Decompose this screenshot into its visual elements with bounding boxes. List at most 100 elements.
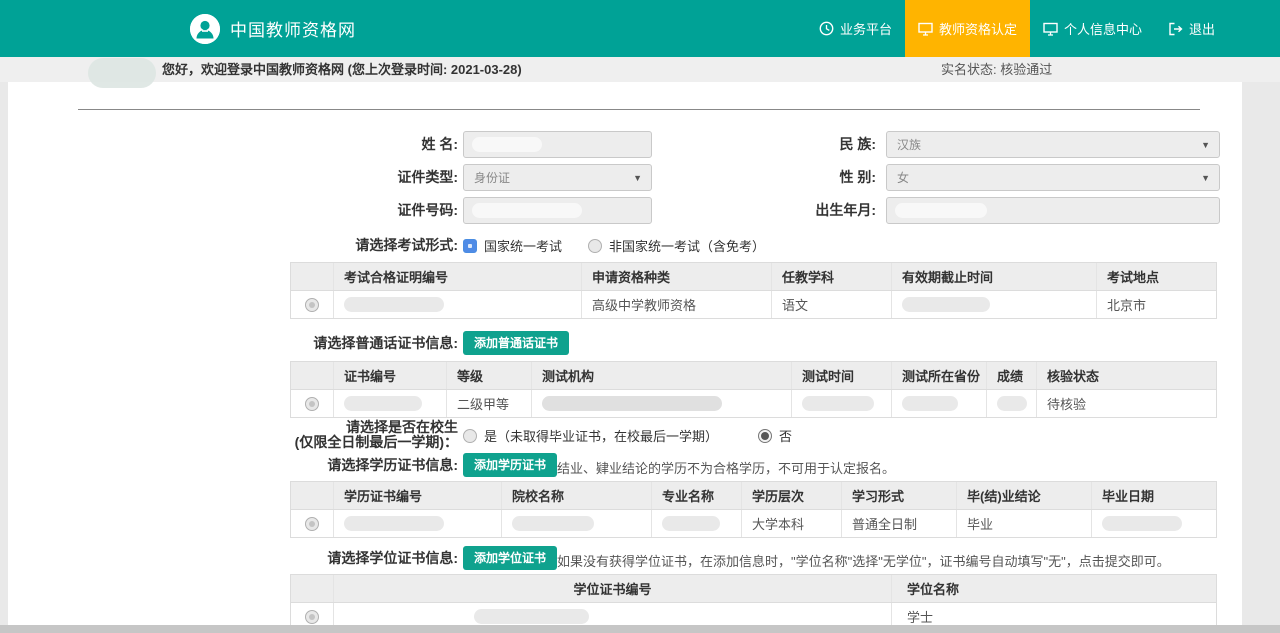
id-type-value: 身份证 xyxy=(464,169,510,186)
degree-section-label: 请选择学位证书信息: xyxy=(260,546,458,570)
study-form-value: 普通全日制 xyxy=(841,510,956,537)
gender-select[interactable]: 女 ▼ xyxy=(886,164,1220,191)
col-level: 等级 xyxy=(446,362,531,389)
conclusion-value: 毕业 xyxy=(956,510,1091,537)
chevron-down-icon: ▼ xyxy=(1201,173,1210,183)
nav-item-personal-center[interactable]: 个人信息中心 xyxy=(1030,0,1155,57)
redacted-username-blob xyxy=(88,58,156,88)
nav-label: 个人信息中心 xyxy=(1064,19,1142,38)
name-label: 姓 名: xyxy=(300,131,458,158)
col-cert-number: 证书编号 xyxy=(333,362,446,389)
nav-item-business-platform[interactable]: 业务平台 xyxy=(806,0,905,57)
redacted-value xyxy=(1102,516,1182,531)
col-school-name: 院校名称 xyxy=(501,482,651,509)
radio-student-yes[interactable] xyxy=(463,429,477,443)
col-test-province: 测试所在省份 xyxy=(891,362,986,389)
col-major-name: 专业名称 xyxy=(651,482,741,509)
top-divider xyxy=(78,109,1200,110)
ethnicity-value: 汉族 xyxy=(887,136,921,153)
col-degree-cert-number: 学位证书编号 xyxy=(333,575,891,602)
add-degree-cert-button[interactable]: 添加学位证书 xyxy=(463,546,557,570)
exam-table-header: 考试合格证明编号 申请资格种类 任教学科 有效期截止时间 考试地点 xyxy=(291,263,1216,291)
row-select-radio[interactable] xyxy=(305,517,319,531)
radio-student-yes-label: 是（未取得毕业证书，在校最后一学期） xyxy=(484,426,718,445)
education-table-header: 学历证书编号 院校名称 专业名称 学历层次 学习形式 毕(结)业结论 毕业日期 xyxy=(291,482,1216,510)
monitor-icon xyxy=(918,22,933,36)
redacted-value xyxy=(474,609,589,624)
col-education-cert-number: 学历证书编号 xyxy=(333,482,501,509)
table-row: 大学本科 普通全日制 毕业 xyxy=(291,510,1216,537)
redacted-value xyxy=(472,137,542,152)
exam-table: 考试合格证明编号 申请资格种类 任教学科 有效期截止时间 考试地点 高级中学教师… xyxy=(290,262,1217,319)
col-graduation-conclusion: 毕(结)业结论 xyxy=(956,482,1091,509)
logout-icon xyxy=(1168,22,1183,36)
welcome-bar: 您好，欢迎登录中国教师资格网 (您上次登录时间: 2021-03-28) 实名状… xyxy=(0,57,1280,82)
nav-item-teacher-certification[interactable]: 教师资格认定 xyxy=(905,0,1030,57)
name-field[interactable] xyxy=(463,131,652,158)
row-select-radio[interactable] xyxy=(305,397,319,411)
ethnicity-select[interactable]: 汉族 ▼ xyxy=(886,131,1220,158)
birth-date-field[interactable] xyxy=(886,197,1220,224)
welcome-message: 您好，欢迎登录中国教师资格网 (您上次登录时间: 2021-03-28) xyxy=(162,57,522,82)
clock-icon xyxy=(819,21,834,36)
table-row: 二级甲等 待核验 xyxy=(291,390,1216,417)
id-type-label: 证件类型: xyxy=(300,164,458,191)
radio-non-national-exam[interactable] xyxy=(588,239,602,253)
chevron-down-icon: ▼ xyxy=(633,173,642,183)
page: 中国教师资格网 业务平台 教师资格认定 个人信息中心 xyxy=(0,0,1280,633)
nav-item-logout[interactable]: 退出 xyxy=(1155,0,1228,57)
education-level-value: 大学本科 xyxy=(741,510,841,537)
radio-student-no[interactable] xyxy=(758,429,772,443)
putonghua-section-label: 请选择普通话证书信息: xyxy=(260,331,458,355)
education-note: 结业、肄业结论的学历不为合格学历，不可用于认定报名。 xyxy=(557,458,895,477)
col-teaching-subject: 任教学科 xyxy=(771,263,891,290)
putonghua-table: 证书编号 等级 测试机构 测试时间 测试所在省份 成绩 核验状态 二级甲等 待核… xyxy=(290,361,1217,418)
radio-student-no-label: 否 xyxy=(779,426,792,445)
row-select-radio[interactable] xyxy=(305,610,319,624)
main-nav: 业务平台 教师资格认定 个人信息中心 退出 xyxy=(806,0,1228,57)
col-test-time: 测试时间 xyxy=(791,362,891,389)
add-education-cert-button[interactable]: 添加学历证书 xyxy=(463,453,557,477)
row-select-radio[interactable] xyxy=(305,298,319,312)
redacted-value xyxy=(902,297,990,312)
col-test-org: 测试机构 xyxy=(531,362,791,389)
education-section-label: 请选择学历证书信息: xyxy=(260,453,458,477)
horizontal-scrollbar[interactable] xyxy=(0,625,1280,633)
student-status-label-line1: 请选择是否在校生 xyxy=(346,419,458,435)
chevron-down-icon: ▼ xyxy=(1201,140,1210,150)
radio-national-exam-label: 国家统一考试 xyxy=(484,236,562,255)
check-status-value: 待核验 xyxy=(1036,390,1218,417)
birth-date-label: 出生年月: xyxy=(790,197,876,224)
col-exam-cert-number: 考试合格证明编号 xyxy=(333,263,581,290)
col-check-status: 核验状态 xyxy=(1036,362,1218,389)
id-number-field[interactable] xyxy=(463,197,652,224)
col-graduation-date: 毕业日期 xyxy=(1091,482,1218,509)
col-study-form: 学习形式 xyxy=(841,482,956,509)
redacted-value xyxy=(662,516,720,531)
col-score: 成绩 xyxy=(986,362,1036,389)
radio-national-exam[interactable] xyxy=(463,239,477,253)
col-degree-name: 学位名称 xyxy=(891,575,1218,602)
redacted-value xyxy=(344,297,444,312)
radio-non-national-exam-label: 非国家统一考试（含免考） xyxy=(609,236,765,255)
degree-note: 如果没有获得学位证书，在添加信息时，"学位名称"选择"无学位"，证书编号自动填写… xyxy=(557,551,1170,570)
redacted-value xyxy=(997,396,1027,411)
id-number-label: 证件号码: xyxy=(300,197,458,224)
monitor-icon xyxy=(1043,22,1058,36)
exam-form-label: 请选择考试形式: xyxy=(300,237,458,253)
location-value: 北京市 xyxy=(1096,291,1218,318)
table-row: 高级中学教师资格 语文 北京市 xyxy=(291,291,1216,318)
subject-value: 语文 xyxy=(771,291,891,318)
redacted-value xyxy=(344,516,444,531)
redacted-value xyxy=(344,396,422,411)
id-type-select[interactable]: 身份证 ▼ xyxy=(463,164,652,191)
student-status-label-line2: (仅限全日制最后一学期)： xyxy=(295,434,458,450)
brand-title: 中国教师资格网 xyxy=(230,16,356,41)
gender-label: 性 别: xyxy=(790,164,876,191)
add-putonghua-cert-button[interactable]: 添加普通话证书 xyxy=(463,331,569,355)
app-header: 中国教师资格网 业务平台 教师资格认定 个人信息中心 xyxy=(0,0,1280,57)
avatar-logo-icon xyxy=(190,14,220,44)
nav-label: 教师资格认定 xyxy=(939,19,1017,38)
col-exam-location: 考试地点 xyxy=(1096,263,1218,290)
redacted-value xyxy=(902,396,958,411)
